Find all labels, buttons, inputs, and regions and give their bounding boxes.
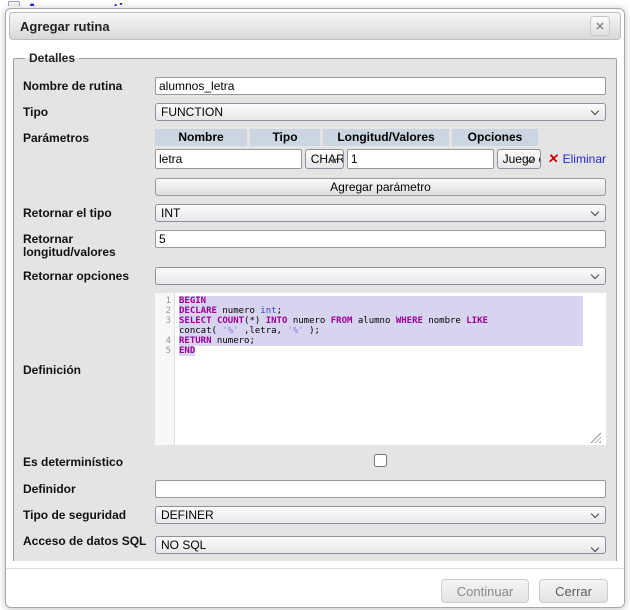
line-number: 3 <box>155 316 171 326</box>
close-button[interactable]: Cerrar <box>539 579 608 603</box>
return-options-row: Retornar opciones <box>23 267 606 285</box>
definer-label: Definidor <box>23 480 155 498</box>
chevron-down-icon <box>591 271 599 279</box>
continue-button[interactable]: Continuar <box>441 579 529 603</box>
param-name-input[interactable] <box>155 149 302 169</box>
parameters-header: Nombre Tipo Longitud/Valores Opciones <box>155 129 606 146</box>
param-type-select[interactable]: CHAR <box>305 149 344 169</box>
close-icon[interactable]: ✕ <box>590 16 610 36</box>
line-number: 5 <box>155 346 171 356</box>
code-line: DECLARE numero int; <box>179 306 583 316</box>
return-length-input[interactable] <box>155 230 606 248</box>
background-page-strip: Agregar rutina <box>8 0 143 6</box>
add-routine-dialog: Agregar rutina ✕ Detalles Nombre de ruti… <box>5 8 625 608</box>
return-length-row: Retornar longitud/valores <box>23 230 606 259</box>
security-type-row: Tipo de seguridad DEFINER <box>23 506 606 524</box>
line-number <box>155 326 171 336</box>
type-select[interactable]: FUNCTION <box>155 103 606 121</box>
return-length-label: Retornar longitud/valores <box>23 230 155 259</box>
code-line: concat( '%' ,letra, '%' ); <box>179 326 583 336</box>
code-line: RETURN numero; <box>179 336 583 346</box>
param-col-options: Opciones <box>452 129 538 146</box>
param-options-select[interactable]: Juego de ca <box>497 149 541 169</box>
definer-row: Definidor <box>23 480 606 498</box>
deterministic-row: Es determinístico <box>23 453 606 472</box>
parameters-row: Parámetros Nombre Tipo Longitud/Valores … <box>23 129 606 196</box>
code-gutter: 123 45 <box>155 293 175 445</box>
definer-input[interactable] <box>155 480 606 498</box>
dialog-title: Agregar rutina <box>20 19 110 34</box>
add-parameter-button[interactable]: Agregar parámetro <box>155 178 606 196</box>
dialog-buttonpane: Continuar Cerrar <box>6 568 624 603</box>
chevron-down-icon <box>591 208 599 216</box>
routine-name-label: Nombre de rutina <box>23 77 155 95</box>
param-length-input[interactable] <box>347 149 494 169</box>
chevron-down-icon <box>591 510 599 518</box>
dialog-content: Detalles Nombre de rutina Tipo FUNCTION <box>6 43 624 561</box>
delete-param-icon[interactable]: ✕ <box>547 151 560 167</box>
security-type-label: Tipo de seguridad <box>23 506 155 524</box>
return-options-select[interactable] <box>155 267 606 285</box>
deterministic-checkbox[interactable] <box>374 454 387 467</box>
code-line: SELECT COUNT(*) INTO numero FROM alumno … <box>179 316 583 326</box>
routine-icon <box>8 1 20 6</box>
param-col-type: Tipo <box>250 129 320 146</box>
return-type-label: Retornar el tipo <box>23 204 155 222</box>
parameter-row: CHAR Juego de ca ✕ Eliminar <box>155 149 606 169</box>
definition-label: Definición <box>23 361 155 377</box>
sql-data-access-select[interactable]: NO SQL <box>155 536 606 554</box>
sql-data-access-row: Acceso de datos SQL NO SQL <box>23 532 606 554</box>
routine-name-row: Nombre de rutina <box>23 77 606 95</box>
return-type-select[interactable]: INT <box>155 204 606 222</box>
dialog-titlebar[interactable]: Agregar rutina ✕ <box>9 12 621 40</box>
security-type-select[interactable]: DEFINER <box>155 506 606 524</box>
param-col-length: Longitud/Valores <box>323 129 449 146</box>
code-line: BEGIN <box>179 296 583 306</box>
routine-name-input[interactable] <box>155 77 606 95</box>
return-options-label: Retornar opciones <box>23 267 155 285</box>
details-legend: Detalles <box>25 51 79 65</box>
type-label: Tipo <box>23 103 155 121</box>
parameters-label: Parámetros <box>23 129 155 196</box>
chevron-down-icon <box>591 107 599 115</box>
return-type-row: Retornar el tipo INT <box>23 204 606 222</box>
definition-row: Definición 123 45 BEGINDECLARE numero int… <box>23 293 606 445</box>
line-number: 2 <box>155 306 171 316</box>
code-line: END <box>179 346 606 356</box>
sql-code-editor[interactable]: 123 45 BEGINDECLARE numero int;SELECT COU… <box>155 293 606 445</box>
add-routine-link[interactable]: Agregar rutina <box>26 0 143 6</box>
details-fieldset: Detalles Nombre de rutina Tipo FUNCTION <box>13 51 617 561</box>
line-number: 1 <box>155 296 171 306</box>
type-row: Tipo FUNCTION <box>23 103 606 121</box>
line-number: 4 <box>155 336 171 346</box>
deterministic-label: Es determinístico <box>23 453 155 472</box>
code-lines[interactable]: BEGINDECLARE numero int;SELECT COUNT(*) … <box>175 293 606 445</box>
param-col-name: Nombre <box>155 129 247 146</box>
sql-data-access-label: Acceso de datos SQL <box>23 532 155 554</box>
delete-param-link[interactable]: Eliminar <box>563 152 606 166</box>
chevron-down-icon <box>591 544 599 552</box>
